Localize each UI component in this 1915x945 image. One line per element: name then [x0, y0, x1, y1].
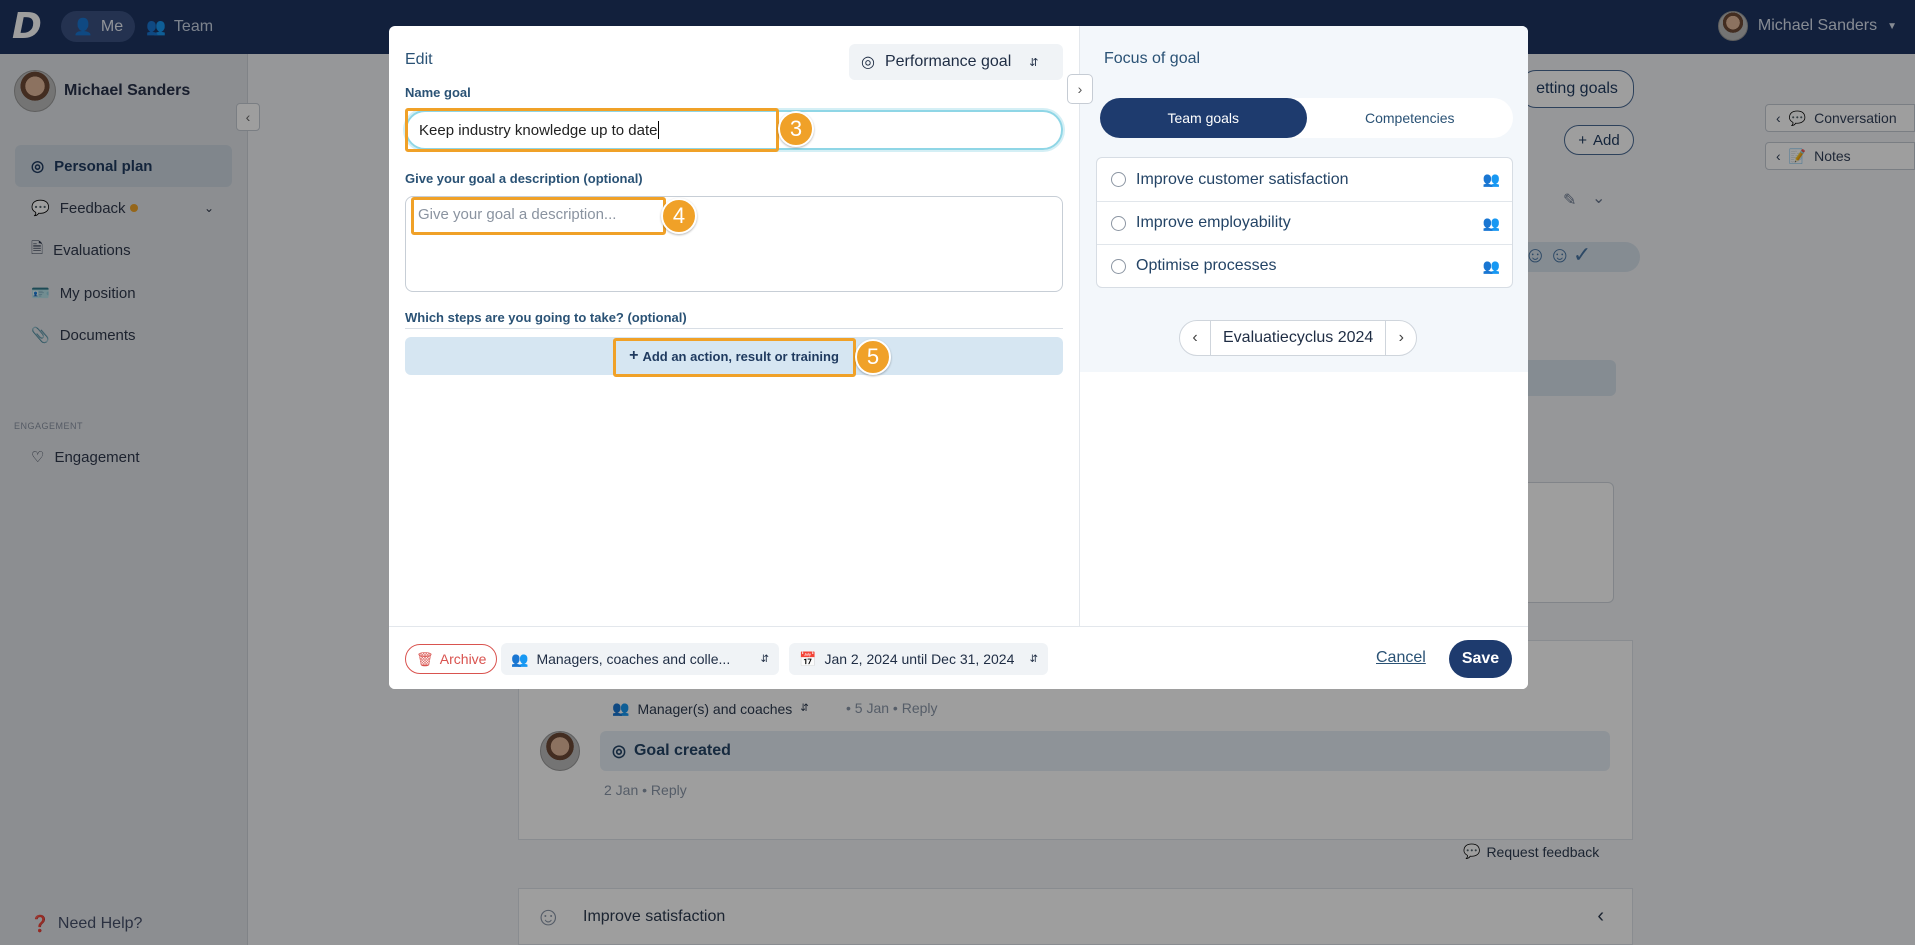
- team-goal-label: Improve employability: [1136, 214, 1291, 231]
- save-button[interactable]: Save: [1449, 640, 1512, 678]
- period-select[interactable]: 📅 Jan 2, 2024 until Dec 31, 2024 ⇵: [789, 643, 1048, 675]
- group-icon: 👥: [1482, 257, 1500, 274]
- previous-cycle-button[interactable]: ‹: [1180, 321, 1210, 355]
- goal-type-select[interactable]: ◎ Performance goal ⇵: [849, 44, 1063, 80]
- cycle-selector: ‹ Evaluatiecyclus 2024 ›: [1179, 320, 1418, 356]
- cycle-label: Evaluatiecyclus 2024: [1210, 321, 1387, 355]
- radio-button[interactable]: [1111, 215, 1126, 231]
- focus-panel: Focus of goal Team goals Competencies Im…: [1079, 26, 1528, 626]
- divider: [405, 328, 1063, 329]
- modal-title: Edit: [405, 51, 433, 68]
- goal-type-value: Performance goal: [884, 53, 1012, 70]
- step-badge-4: 4: [661, 198, 697, 234]
- team-icon: 👥: [511, 650, 529, 667]
- focus-tabs: Team goals Competencies: [1100, 98, 1513, 138]
- list-item[interactable]: Improve customer satisfaction 👥: [1097, 158, 1512, 201]
- steps-label: Which steps are you going to take? (opti…: [405, 310, 687, 325]
- visibility-select[interactable]: 👥 Managers, coaches and colle... ⇵: [501, 643, 779, 675]
- chevron-right-icon: ›: [1398, 329, 1404, 346]
- cancel-button[interactable]: Cancel: [1376, 649, 1426, 667]
- calendar-icon: 📅: [799, 650, 817, 667]
- tab-team-goals[interactable]: Team goals: [1100, 98, 1307, 138]
- next-cycle-button[interactable]: ›: [1386, 321, 1416, 355]
- list-item[interactable]: Improve employability 👥: [1097, 201, 1512, 244]
- highlight-step-4: [411, 197, 666, 235]
- sort-icon: ⇵: [1029, 56, 1039, 69]
- trash-icon: 🗑: [416, 650, 434, 667]
- target-icon: ◎: [861, 54, 875, 71]
- name-goal-label: Name goal: [405, 85, 471, 100]
- group-icon: 👥: [1482, 171, 1500, 187]
- period-value: Jan 2, 2024 until Dec 31, 2024: [824, 651, 1015, 667]
- radio-button[interactable]: [1111, 172, 1126, 187]
- team-goal-label: Optimise processes: [1136, 257, 1277, 274]
- tab-competencies[interactable]: Competencies: [1307, 98, 1514, 138]
- visibility-value: Managers, coaches and colle...: [536, 651, 731, 667]
- archive-label: Archive: [439, 651, 487, 667]
- modal-footer: 🗑 Archive 👥 Managers, coaches and colle.…: [389, 626, 1528, 689]
- group-icon: 👥: [1482, 214, 1500, 231]
- chevron-left-icon: ‹: [1192, 329, 1198, 346]
- archive-button[interactable]: 🗑 Archive: [405, 644, 498, 674]
- highlight-step-3: [405, 108, 779, 152]
- focus-title: Focus of goal: [1104, 50, 1201, 67]
- chevron-right-icon: ›: [1077, 81, 1083, 97]
- highlight-step-5: [613, 338, 856, 377]
- step-badge-3: 3: [778, 111, 814, 147]
- list-item[interactable]: Optimise processes 👥: [1097, 244, 1512, 287]
- team-goal-label: Improve customer satisfaction: [1136, 170, 1349, 188]
- radio-button[interactable]: [1111, 258, 1126, 274]
- step-badge-5: 5: [855, 339, 891, 375]
- sort-icon: ⇵: [1029, 653, 1038, 665]
- team-goals-list: Improve customer satisfaction 👥 Improve …: [1096, 157, 1513, 288]
- sort-icon: ⇵: [760, 653, 769, 665]
- expand-panel-button[interactable]: ›: [1067, 74, 1093, 104]
- description-label: Give your goal a description (optional): [405, 171, 643, 186]
